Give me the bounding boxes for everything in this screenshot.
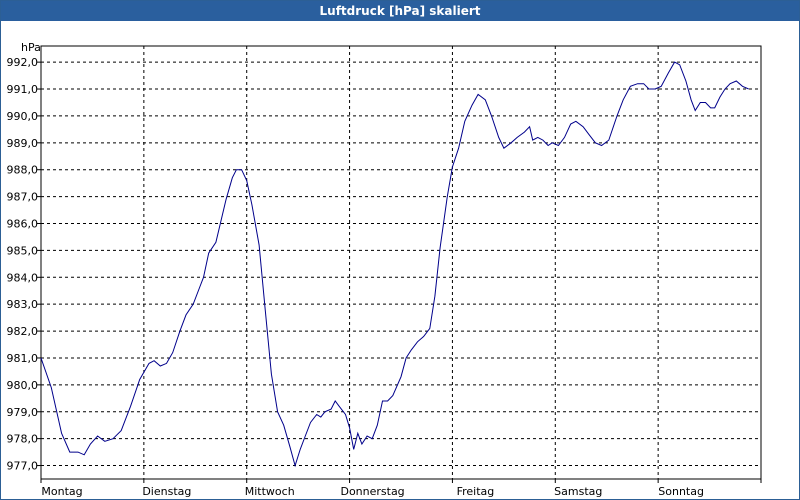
chart-window: Luftdruck [hPa] skaliert hPa 977,0 978,0 9… [0, 0, 800, 500]
y-tick-label: 983,0 [7, 298, 39, 311]
x-day-label: Freitag [457, 485, 495, 498]
pressure-chart: hPa 977,0978,0979,0980,0981,0982,0983,09… [7, 41, 762, 498]
y-tick-label: 981,0 [7, 352, 39, 365]
x-day-label: Samstag [554, 485, 602, 498]
chart-title: Luftdruck [hPa] skaliert [1, 1, 799, 21]
y-tick-label: 984,0 [7, 271, 39, 284]
x-day-label: Dienstag [142, 485, 191, 498]
y-tick-label: 985,0 [7, 244, 39, 257]
y-axis-ticks: 977,0 978,0 979,0 980,0 981,0 982,0 983,0 984,0… [7, 56, 41, 473]
x-day-label: Sonntag [658, 485, 704, 498]
y-tick-label: 979,0 [7, 406, 39, 419]
plot-area [40, 45, 762, 480]
y-tick-label: 980,0 [7, 379, 39, 392]
y-tick-label: 982,0 [7, 325, 39, 338]
y-tick-label: 992,0 [7, 56, 39, 69]
y-tick-label: 986,0 [7, 218, 39, 231]
x-day-label: Mittwoch [245, 485, 295, 498]
x-day-label: Montag [41, 485, 82, 498]
y-tick-label: 988,0 [7, 164, 39, 177]
y-tick-label: 978,0 [7, 433, 39, 446]
y-axis-label: hPa [21, 41, 41, 54]
y-tick-label: 987,0 [7, 191, 39, 204]
x-day-label: Donnerstag [340, 485, 404, 498]
x-axis-labels: Montag11.09.17Dienstag12.09.17Mittwoch13… [40, 479, 762, 498]
y-tick-label: 991,0 [7, 83, 39, 96]
y-tick-label: 977,0 [7, 460, 39, 473]
y-tick-label: 989,0 [7, 137, 39, 150]
y-tick-label: 990,0 [7, 110, 39, 123]
